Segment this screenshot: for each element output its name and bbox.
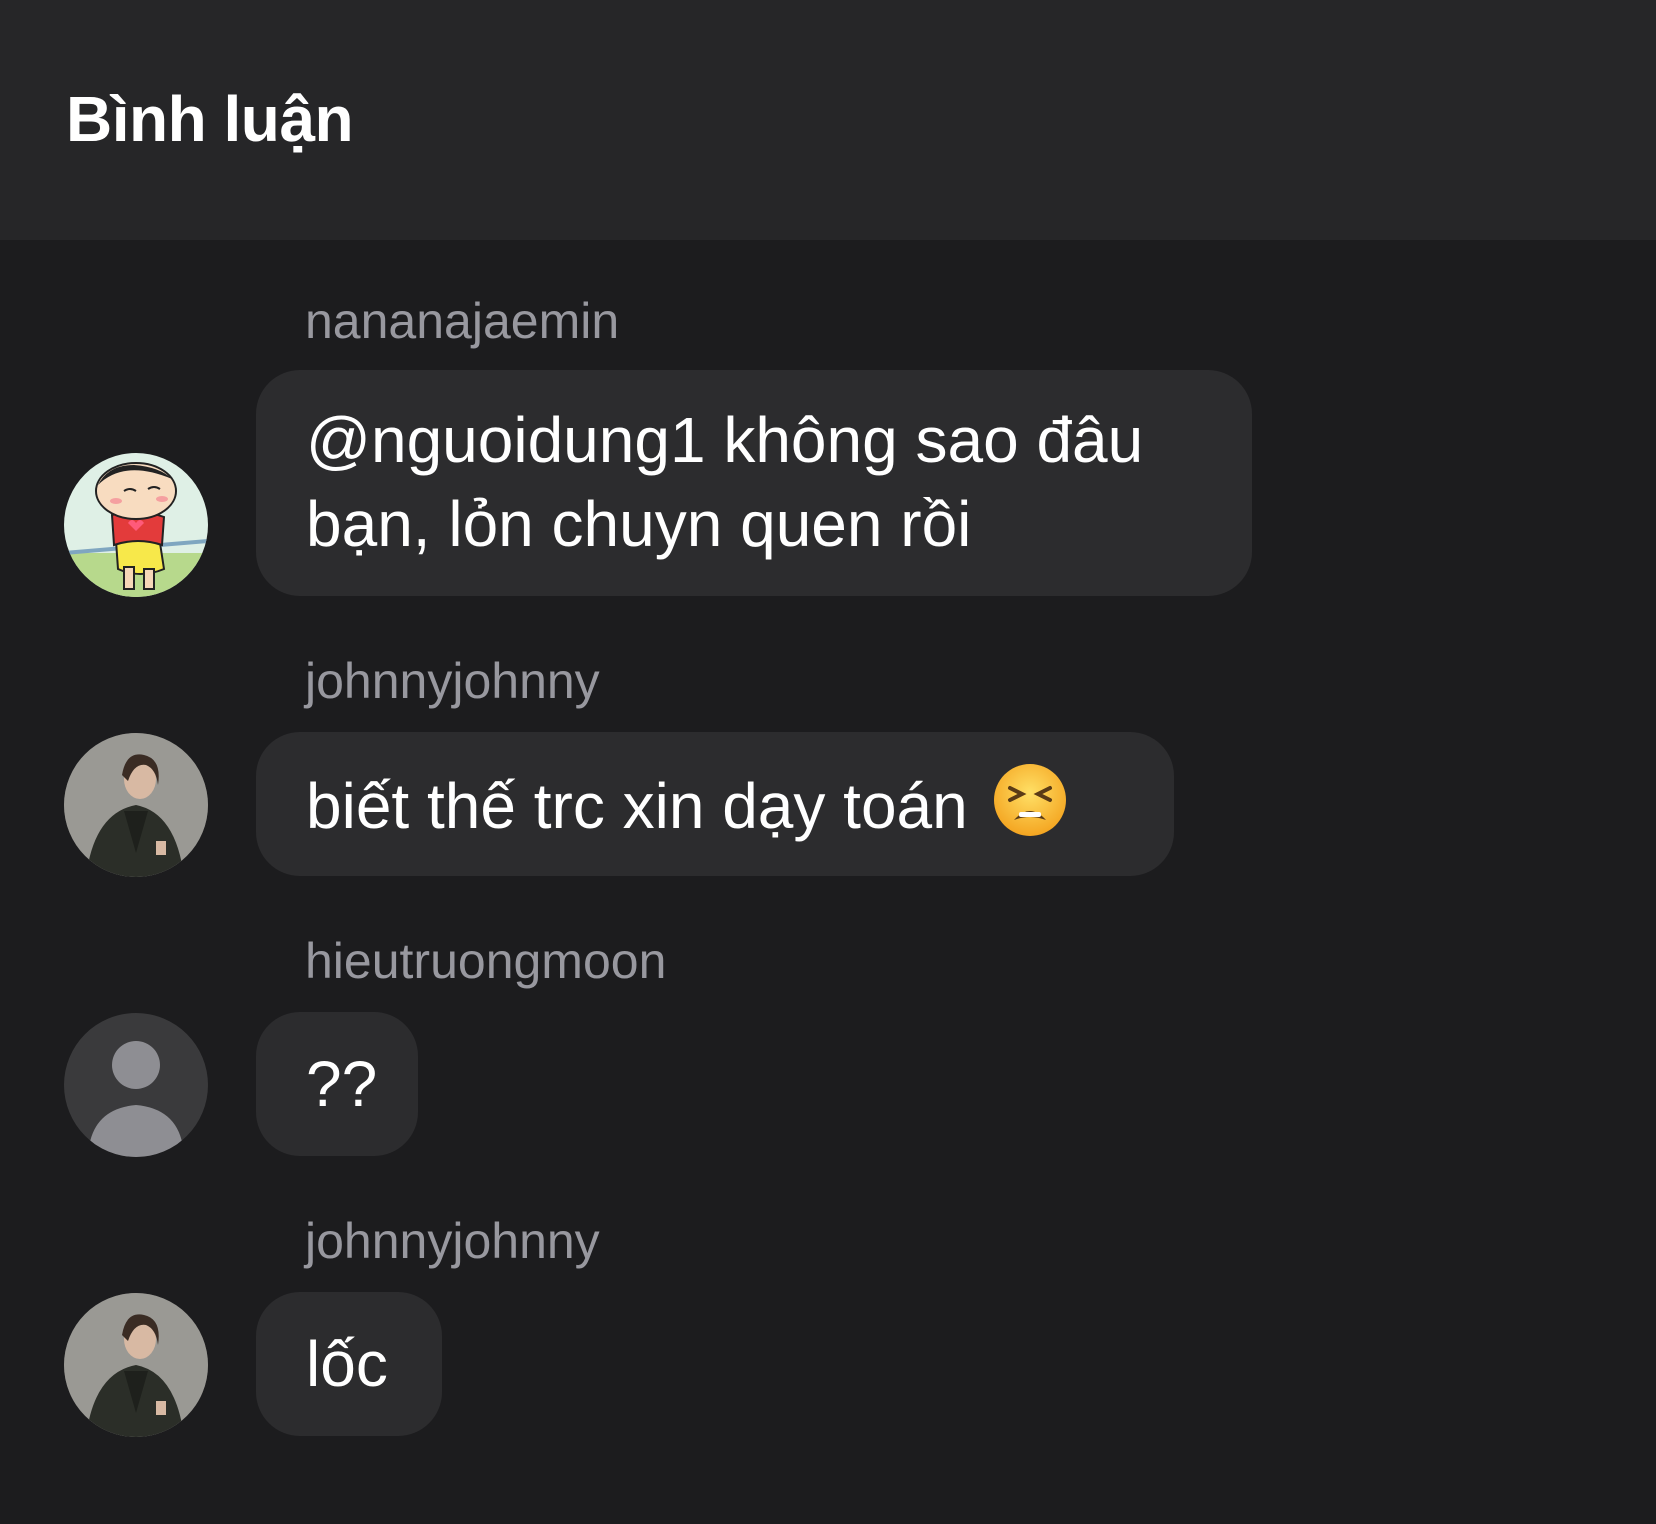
comment-bubble[interactable]: lốc: [256, 1292, 442, 1436]
comment-text: ??: [306, 1048, 378, 1120]
tired-face-emoji: [992, 762, 1068, 838]
comment-bubble[interactable]: @nguoidung1 không sao đâu bạn, lỏn chuyn…: [256, 370, 1252, 596]
cartoon-avatar[interactable]: [64, 453, 208, 597]
comment-text: lốc: [306, 1328, 388, 1400]
comment-text: biết thế trc xin dạy toán: [306, 770, 968, 842]
default-user-avatar[interactable]: [64, 1013, 208, 1157]
comment-bubble[interactable]: ??: [256, 1012, 418, 1156]
page-title: Bình luận: [66, 83, 354, 155]
comments-header: Bình luận: [0, 0, 1656, 240]
person-photo-avatar[interactable]: [64, 1293, 208, 1437]
comment-username[interactable]: johnnyjohnny: [305, 1212, 600, 1270]
person-photo-avatar[interactable]: [64, 733, 208, 877]
comment-text: @nguoidung1 không sao đâu bạn, lỏn chuyn…: [306, 404, 1144, 560]
comment-username[interactable]: hieutruongmoon: [305, 932, 666, 990]
comment-bubble[interactable]: biết thế trc xin dạy toán: [256, 732, 1174, 876]
comment-username[interactable]: johnnyjohnny: [305, 652, 600, 710]
comment-username[interactable]: nananajaemin: [305, 292, 619, 350]
